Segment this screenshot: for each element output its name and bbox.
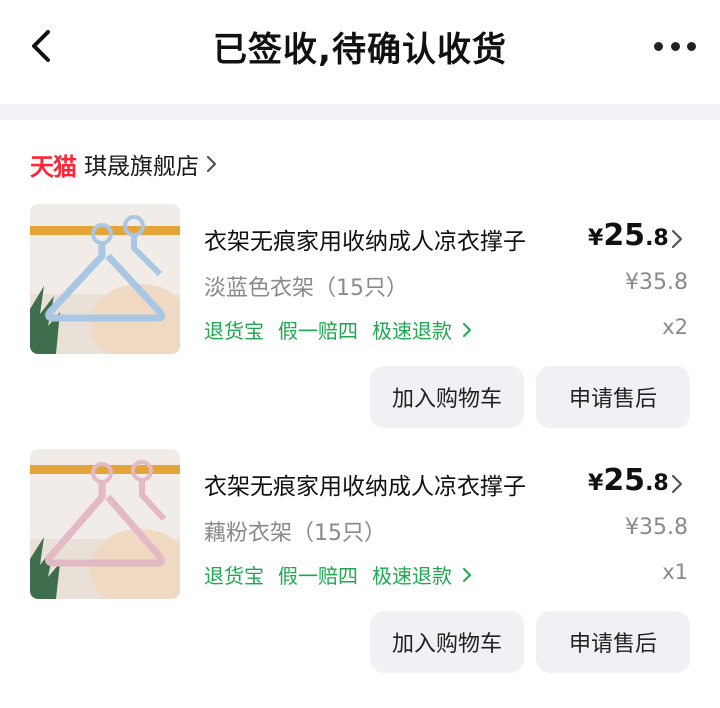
shop-link[interactable]: 天猫 琪晟旗舰店 bbox=[30, 147, 219, 181]
tag-fast-refund: 极速退款 bbox=[372, 319, 452, 343]
page-title: 已签收,待确认收货 bbox=[213, 30, 507, 70]
product-title[interactable]: 衣架无痕家用收纳成人凉衣撑子 bbox=[204, 467, 569, 501]
section-divider bbox=[0, 104, 720, 120]
tag-fake-compensation: 假一赔四 bbox=[278, 319, 358, 343]
tag-fast-refund: 极速退款 bbox=[372, 564, 452, 588]
product-spec: 淡蓝色衣架（15只） bbox=[204, 276, 408, 301]
service-tags[interactable]: 退货宝 假一赔四 极速退款 bbox=[204, 560, 472, 589]
product-price: ¥25.8 bbox=[588, 463, 669, 498]
service-tags[interactable]: 退货宝 假一赔四 极速退款 bbox=[204, 315, 472, 344]
quantity: x2 bbox=[662, 315, 688, 339]
chevron-right-icon[interactable] bbox=[670, 473, 684, 495]
tag-return-insurance: 退货宝 bbox=[204, 564, 264, 588]
chevron-right-icon[interactable] bbox=[670, 228, 684, 250]
top-bar: 已签收,待确认收货 bbox=[0, 0, 720, 96]
original-price: ¥35.8 bbox=[625, 515, 688, 540]
product-image[interactable] bbox=[30, 204, 180, 354]
order-item: 衣架无痕家用收纳成人凉衣撑子 ¥25.8 藕粉衣架（15只） ¥35.8 退货宝… bbox=[0, 449, 720, 689]
tag-fake-compensation: 假一赔四 bbox=[278, 564, 358, 588]
after-sale-button[interactable]: 申请售后 bbox=[536, 611, 690, 673]
after-sale-button[interactable]: 申请售后 bbox=[536, 366, 690, 428]
more-options-icon[interactable] bbox=[654, 36, 696, 56]
product-spec: 藕粉衣架（15只） bbox=[204, 521, 386, 546]
chevron-right-icon bbox=[463, 322, 471, 337]
add-to-cart-button[interactable]: 加入购物车 bbox=[370, 611, 524, 673]
order-item: 衣架无痕家用收纳成人凉衣撑子 ¥25.8 淡蓝色衣架（15只） ¥35.8 退货… bbox=[0, 204, 720, 444]
product-title[interactable]: 衣架无痕家用收纳成人凉衣撑子 bbox=[204, 222, 569, 256]
quantity: x1 bbox=[662, 560, 688, 584]
product-image[interactable] bbox=[30, 449, 180, 599]
tag-return-insurance: 退货宝 bbox=[204, 319, 264, 343]
add-to-cart-button[interactable]: 加入购物车 bbox=[370, 366, 524, 428]
original-price: ¥35.8 bbox=[625, 270, 688, 295]
tmall-logo: 天猫 bbox=[30, 152, 77, 181]
shop-name: 琪晟旗舰店 bbox=[84, 154, 199, 180]
chevron-right-icon bbox=[206, 155, 217, 173]
chevron-right-icon bbox=[463, 567, 471, 582]
product-price: ¥25.8 bbox=[588, 218, 669, 253]
